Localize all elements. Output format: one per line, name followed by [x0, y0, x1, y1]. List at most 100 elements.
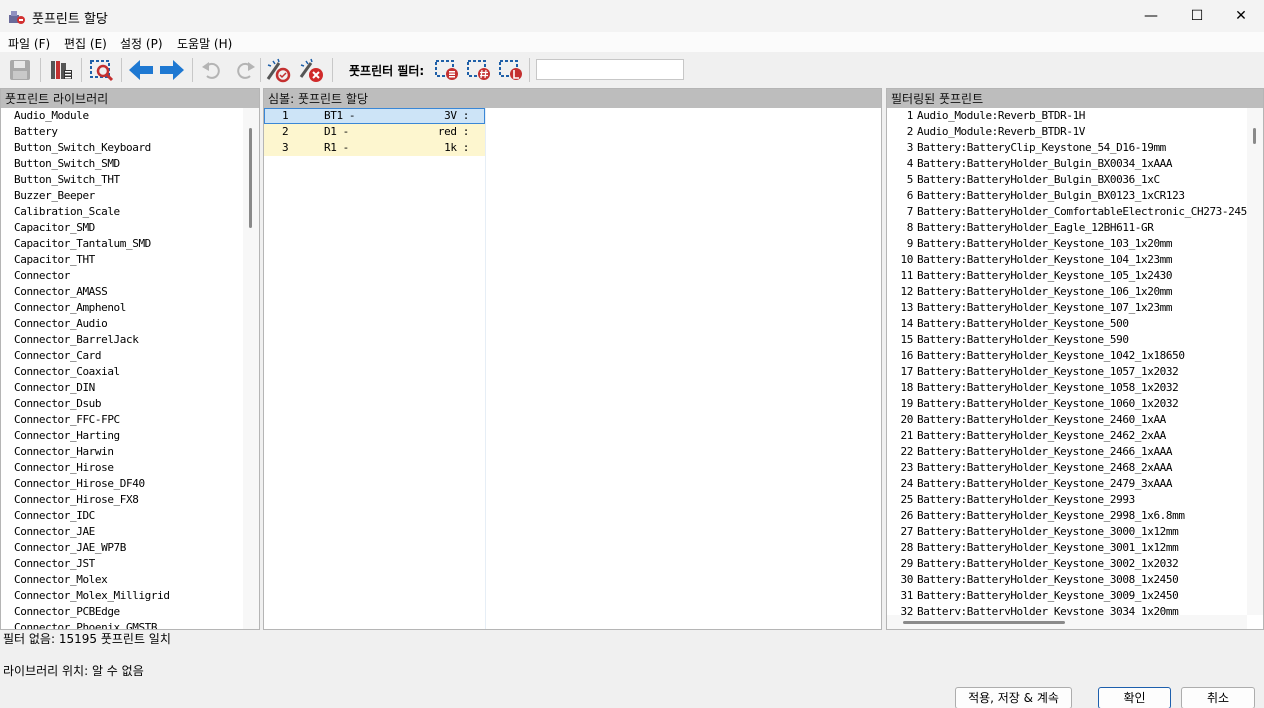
footprint-item[interactable]: 28 Battery:BatteryHolder_Keystone_3001_1x… [887, 540, 1263, 556]
footprint-item[interactable]: 13 Battery:BatteryHolder_Keystone_107_1x2… [887, 300, 1263, 316]
footprint-item[interactable]: 24 Battery:BatteryHolder_Keystone_2479_3x… [887, 476, 1263, 492]
library-item[interactable]: Connector_Coaxial [1, 364, 259, 380]
next-button[interactable] [158, 56, 186, 84]
library-item[interactable]: Connector_Amphenol [1, 300, 259, 316]
horizontal-scrollbar[interactable] [887, 615, 1247, 629]
symbol-row[interactable]: 2 D1 - red : [264, 124, 485, 140]
library-item[interactable]: Connector_Molex_Milligrid [1, 588, 259, 604]
footprint-index: 28 [900, 541, 914, 554]
library-item[interactable]: Connector_FFC-FPC [1, 412, 259, 428]
library-item[interactable]: Connector_PCBEdge [1, 604, 259, 620]
footprint-item[interactable]: 19 Battery:BatteryHolder_Keystone_1060_1x… [887, 396, 1263, 412]
footprint-item[interactable]: 29 Battery:BatteryHolder_Keystone_3002_1x… [887, 556, 1263, 572]
scrollbar-thumb[interactable] [1253, 128, 1256, 144]
library-item[interactable]: Connector_Hirose_DF40 [1, 476, 259, 492]
undo-button[interactable] [198, 56, 226, 84]
close-button[interactable]: ✕ [1218, 0, 1264, 32]
library-item[interactable]: Connector_Audio [1, 316, 259, 332]
footprint-item[interactable]: 23 Battery:BatteryHolder_Keystone_2468_2x… [887, 460, 1263, 476]
footprint-item[interactable]: 21 Battery:BatteryHolder_Keystone_2462_2x… [887, 428, 1263, 444]
library-item[interactable]: Connector_Harwin [1, 444, 259, 460]
footprint-item[interactable]: 1 Audio_Module:Reverb_BTDR-1H [887, 108, 1263, 124]
library-item[interactable]: Battery [1, 124, 259, 140]
footprint-item[interactable]: 30 Battery:BatteryHolder_Keystone_3008_1x… [887, 572, 1263, 588]
vertical-scrollbar[interactable] [243, 108, 259, 629]
delete-associations-button[interactable] [297, 56, 325, 84]
library-item[interactable]: Calibration_Scale [1, 204, 259, 220]
footprint-item[interactable]: 12 Battery:BatteryHolder_Keystone_106_1x2… [887, 284, 1263, 300]
footprint-item[interactable]: 17 Battery:BatteryHolder_Keystone_1057_1x… [887, 364, 1263, 380]
footprint-item[interactable]: 14 Battery:BatteryHolder_Keystone_500 [887, 316, 1263, 332]
footprint-item[interactable]: 27 Battery:BatteryHolder_Keystone_3000_1x… [887, 524, 1263, 540]
footprint-item[interactable]: 20 Battery:BatteryHolder_Keystone_2460_1x… [887, 412, 1263, 428]
footprint-item[interactable]: 26 Battery:BatteryHolder_Keystone_2998_1x… [887, 508, 1263, 524]
maximize-button[interactable]: ☐ [1174, 0, 1220, 32]
footprint-item[interactable]: 31 Battery:BatteryHolder_Keystone_3009_1x… [887, 588, 1263, 604]
library-item[interactable]: Connector_DIN [1, 380, 259, 396]
footprint-item[interactable]: 16 Battery:BatteryHolder_Keystone_1042_1x… [887, 348, 1263, 364]
library-item[interactable]: Capacitor_THT [1, 252, 259, 268]
library-item[interactable]: Connector_Dsub [1, 396, 259, 412]
menu-edit[interactable]: 편집 (E) [64, 35, 107, 52]
library-item[interactable]: Capacitor_SMD [1, 220, 259, 236]
filter-library-button[interactable] [497, 56, 525, 84]
footprint-item[interactable]: 22 Battery:BatteryHolder_Keystone_2466_1x… [887, 444, 1263, 460]
library-item[interactable]: Audio_Module [1, 108, 259, 124]
footprint-item[interactable]: 8 Battery:BatteryHolder_Eagle_12BH611-GR [887, 220, 1263, 236]
filter-pin-count-button[interactable] [465, 56, 493, 84]
library-item[interactable]: Connector_AMASS [1, 284, 259, 300]
filter-search-input[interactable] [536, 59, 684, 80]
library-settings-button[interactable] [47, 56, 75, 84]
library-item[interactable]: Connector_JAE [1, 524, 259, 540]
filter-keywords-button[interactable] [433, 56, 461, 84]
footprint-name: Battery:BatteryHolder_Keystone_3008_1x24… [917, 573, 1179, 586]
footprint-item[interactable]: 25 Battery:BatteryHolder_Keystone_2993 [887, 492, 1263, 508]
footprint-name: Battery:BatteryHolder_Keystone_1058_1x20… [917, 381, 1179, 394]
footprint-item[interactable]: 18 Battery:BatteryHolder_Keystone_1058_1x… [887, 380, 1263, 396]
library-item[interactable]: Connector [1, 268, 259, 284]
footprint-item[interactable]: 7 Battery:BatteryHolder_ComfortableElectr… [887, 204, 1263, 220]
auto-associate-button[interactable] [264, 56, 292, 84]
library-item[interactable]: Connector_Card [1, 348, 259, 364]
library-item[interactable]: Connector_BarrelJack [1, 332, 259, 348]
symbol-row[interactable]: 1 BT1 - 3V : [264, 108, 485, 124]
minimize-button[interactable]: — [1128, 0, 1174, 32]
symbols-panel: 심볼: 풋프린트 할당 1 BT1 - 3V : 2 D1 - red : 3 R1 - 1k … [263, 88, 882, 630]
library-item[interactable]: Connector_Hirose_FX8 [1, 492, 259, 508]
library-item[interactable]: Buzzer_Beeper [1, 188, 259, 204]
footprint-item[interactable]: 3 Battery:BatteryClip_Keystone_54_D16-19m… [887, 140, 1263, 156]
ok-button[interactable]: 확인 [1098, 687, 1171, 708]
footprint-item[interactable]: 11 Battery:BatteryHolder_Keystone_105_1x2… [887, 268, 1263, 284]
footprint-item[interactable]: 5 Battery:BatteryHolder_Bulgin_BX0036_1xC [887, 172, 1263, 188]
footprint-item[interactable]: 4 Battery:BatteryHolder_Bulgin_BX0034_1xA… [887, 156, 1263, 172]
library-item[interactable]: Connector_IDC [1, 508, 259, 524]
save-button[interactable] [6, 56, 34, 84]
library-item[interactable]: Button_Switch_Keyboard [1, 140, 259, 156]
redo-button[interactable] [231, 56, 259, 84]
library-item[interactable]: Button_Switch_SMD [1, 156, 259, 172]
footprint-item[interactable]: 10 Battery:BatteryHolder_Keystone_104_1x2… [887, 252, 1263, 268]
library-item[interactable]: Connector_Hirose [1, 460, 259, 476]
menu-preferences[interactable]: 설정 (P) [120, 35, 163, 52]
previous-button[interactable] [127, 56, 155, 84]
scrollbar-thumb[interactable] [903, 621, 1065, 624]
library-item[interactable]: Connector_Harting [1, 428, 259, 444]
library-item[interactable]: Button_Switch_THT [1, 172, 259, 188]
menu-file[interactable]: 파일 (F) [8, 35, 50, 52]
apply-save-continue-button[interactable]: 적용, 저장 & 계속 [955, 687, 1072, 708]
footprint-item[interactable]: 2 Audio_Module:Reverb_BTDR-1V [887, 124, 1263, 140]
view-footprint-button[interactable] [87, 56, 115, 84]
symbol-row[interactable]: 3 R1 - 1k : [264, 140, 485, 156]
menu-help[interactable]: 도움말 (H) [177, 35, 232, 52]
library-item[interactable]: Connector_Molex [1, 572, 259, 588]
scrollbar-thumb[interactable] [249, 128, 252, 228]
library-item[interactable]: Capacitor_Tantalum_SMD [1, 236, 259, 252]
vertical-scrollbar[interactable] [1247, 108, 1263, 615]
cancel-button[interactable]: 취소 [1181, 687, 1255, 708]
footprint-item[interactable]: 15 Battery:BatteryHolder_Keystone_590 [887, 332, 1263, 348]
library-item[interactable]: Connector_JST [1, 556, 259, 572]
library-item[interactable]: Connector_Phoenix_GMSTB [1, 620, 259, 629]
library-item[interactable]: Connector_JAE_WP7B [1, 540, 259, 556]
footprint-item[interactable]: 9 Battery:BatteryHolder_Keystone_103_1x20… [887, 236, 1263, 252]
footprint-item[interactable]: 6 Battery:BatteryHolder_Bulgin_BX0123_1xC… [887, 188, 1263, 204]
